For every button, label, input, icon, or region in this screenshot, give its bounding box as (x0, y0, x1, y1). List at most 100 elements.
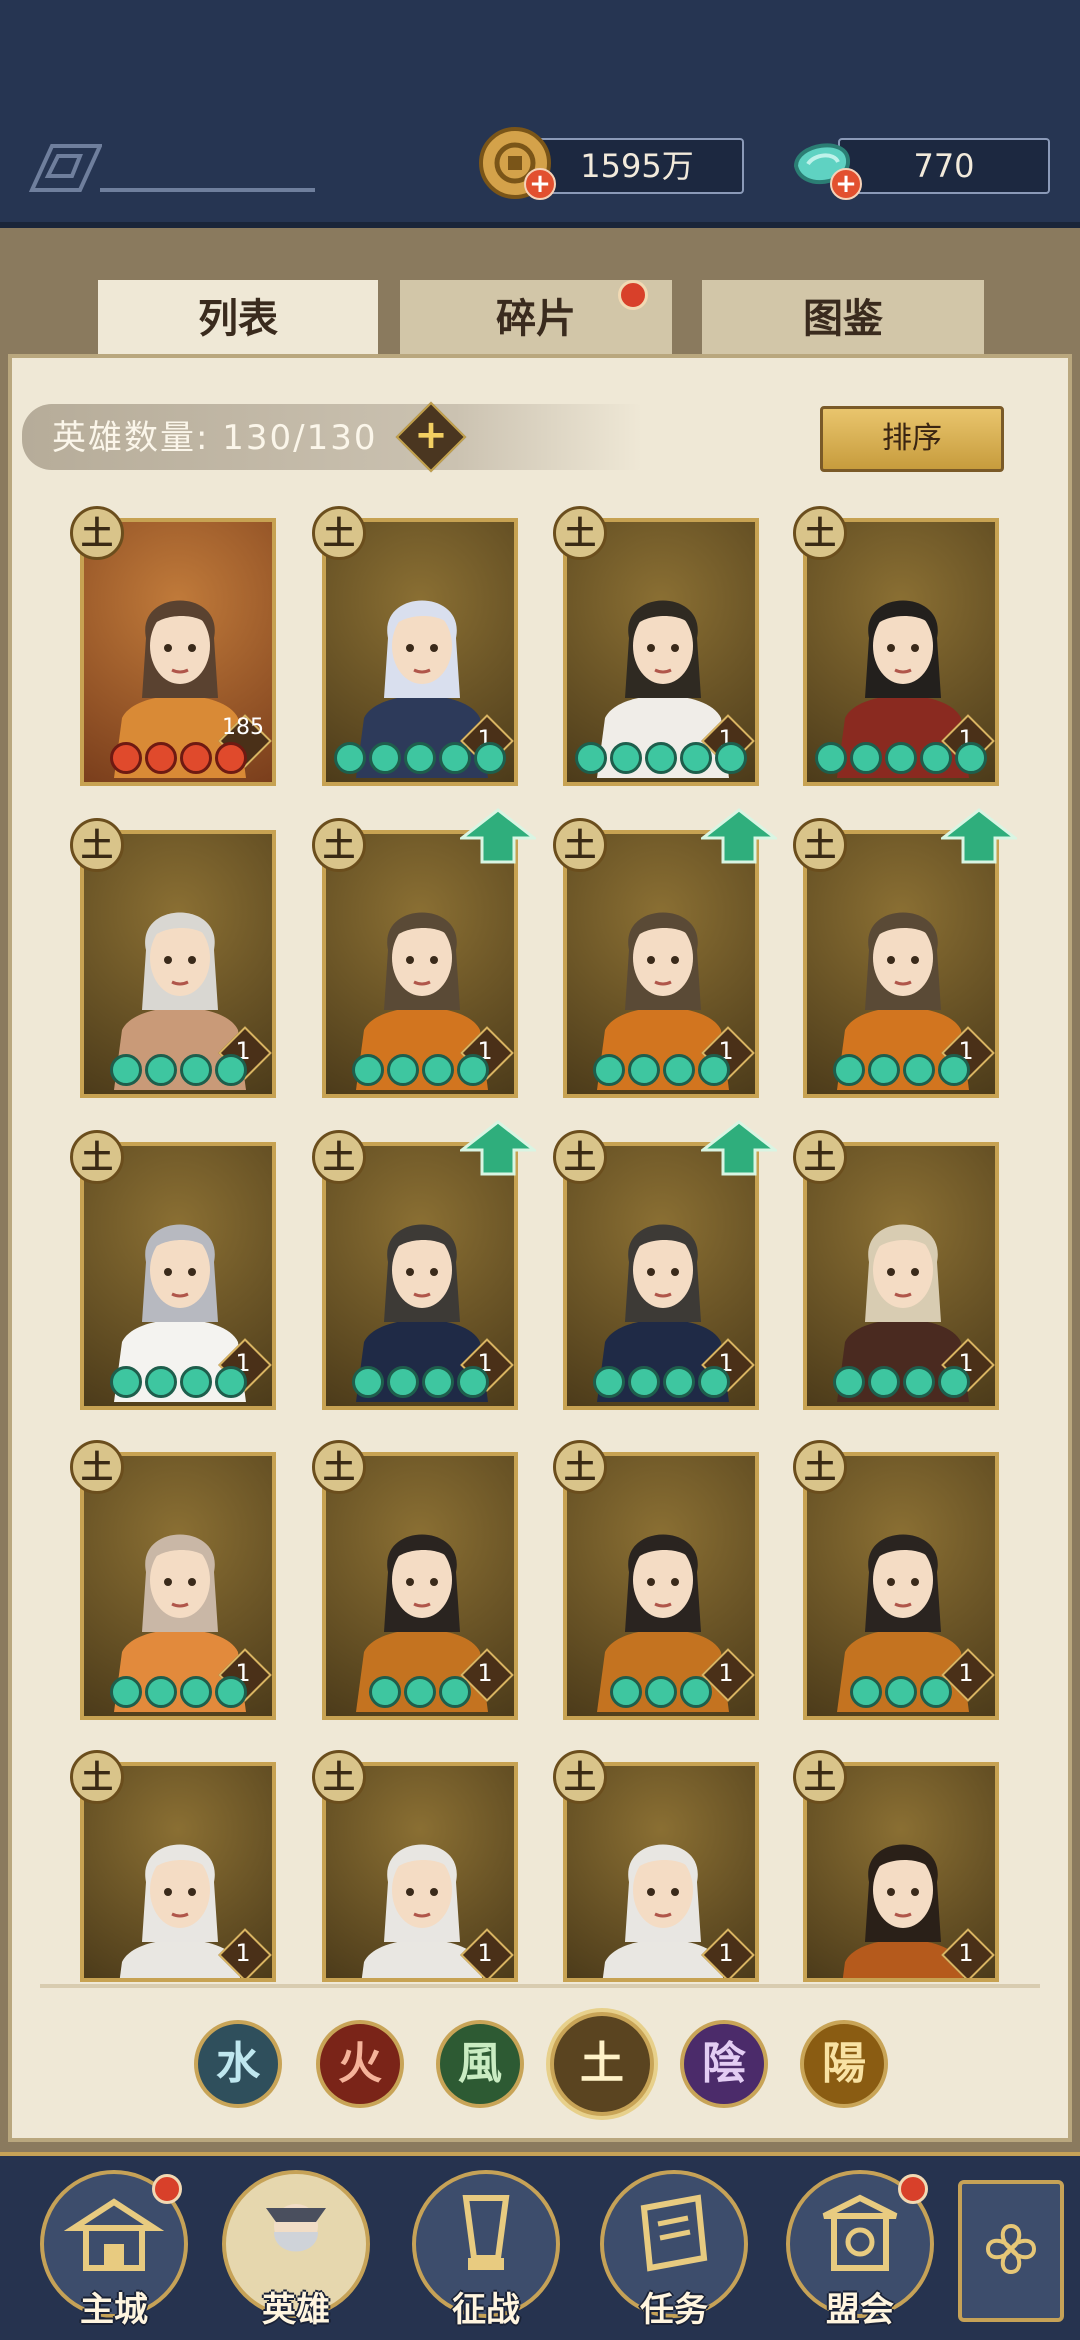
hero-card[interactable]: 1 (563, 518, 759, 786)
star-orb (610, 1676, 642, 1708)
decorative-line (100, 188, 315, 192)
earth-element-icon: 土 (553, 1750, 607, 1804)
star-orbs (807, 1054, 995, 1088)
earth-element-icon: 土 (793, 1750, 847, 1804)
element-filter-button[interactable]: 陰 (680, 2020, 768, 2108)
hero-card[interactable]: 1 (803, 518, 999, 786)
star-orbs (567, 1054, 755, 1088)
star-orb (680, 1676, 712, 1708)
star-orb (456, 1366, 489, 1398)
tab-list[interactable]: 列表 (98, 280, 378, 354)
star-orb (179, 742, 212, 774)
element-filter-button[interactable]: 陽 (800, 2020, 888, 2108)
star-orb (937, 1054, 970, 1086)
star-orb (867, 1366, 900, 1398)
hero-icon (266, 2204, 326, 2252)
star-orb (885, 1676, 917, 1708)
hero-card[interactable]: 1 (803, 1142, 999, 1410)
earth-element-icon: 土 (312, 506, 366, 560)
hero-card[interactable]: 1 (803, 830, 999, 1098)
earth-element-icon: 土 (793, 506, 847, 560)
hero-card[interactable]: 1 (80, 1142, 276, 1410)
hero-card[interactable]: 1 (80, 1452, 276, 1720)
earth-element-icon: 土 (553, 1130, 607, 1184)
star-orb (179, 1054, 212, 1086)
star-orb (832, 1366, 865, 1398)
sort-button[interactable]: 排序 (820, 406, 1004, 472)
star-orb (421, 1054, 454, 1086)
earth-element-icon: 土 (70, 1440, 124, 1494)
element-filter-button[interactable]: 土 (550, 2012, 654, 2116)
star-orbs (326, 1366, 514, 1400)
jade-counter: 770 (838, 138, 1050, 194)
star-orbs (84, 742, 272, 776)
nav-label: 征战 (452, 2290, 520, 2330)
star-orb (421, 1366, 454, 1398)
hero-card[interactable]: 1 (322, 1452, 518, 1720)
hero-level: 1 (958, 1939, 974, 1967)
star-orb (575, 742, 607, 774)
star-orbs (84, 1366, 272, 1400)
star-orb (109, 1676, 142, 1708)
more-menu-button[interactable] (958, 2180, 1064, 2322)
star-orb (386, 1054, 419, 1086)
star-orb (955, 742, 987, 774)
tab-codex[interactable]: 图鉴 (702, 280, 984, 354)
hero-card[interactable]: 1 (563, 1142, 759, 1410)
earth-element-icon: 土 (793, 818, 847, 872)
element-filter-button[interactable]: 火 (316, 2020, 404, 2108)
star-orb (404, 1676, 436, 1708)
coin-amount: 1595万 (580, 147, 694, 185)
upgrade-arrow-icon (701, 808, 777, 864)
hero-level: 1 (718, 1939, 734, 1967)
nav-label: 主城 (80, 2290, 148, 2330)
hero-card[interactable]: 1 (563, 830, 759, 1098)
notification-dot (898, 2174, 928, 2204)
star-orb (902, 1054, 935, 1086)
element-filter-button[interactable]: 風 (436, 2020, 524, 2108)
star-orb (937, 1366, 970, 1398)
earth-element-icon: 土 (312, 1750, 366, 1804)
earth-element-icon: 土 (312, 1440, 366, 1494)
star-orb (109, 742, 142, 774)
hero-card[interactable]: 185 (80, 518, 276, 786)
star-orb (627, 1366, 660, 1398)
upgrade-arrow-icon (460, 1120, 536, 1176)
earth-element-icon: 土 (312, 818, 366, 872)
tab-list-label: 列表 (198, 296, 278, 342)
star-orb (179, 1676, 212, 1708)
star-orb (662, 1054, 695, 1086)
fragments-notification-dot (618, 280, 648, 310)
hero-card[interactable]: 1 (322, 518, 518, 786)
star-orb (715, 742, 747, 774)
hero-card[interactable]: 1 (563, 1452, 759, 1720)
hero-card[interactable]: 1 (803, 1452, 999, 1720)
hero-level: 1 (477, 1939, 493, 1967)
hero-card[interactable]: 1 (80, 830, 276, 1098)
star-orb (439, 1676, 471, 1708)
add-coins-button[interactable]: + (524, 168, 556, 200)
star-orb (214, 1676, 247, 1708)
star-orb (920, 742, 952, 774)
expand-capacity-button[interactable]: + (406, 410, 456, 460)
star-orb (369, 1676, 401, 1708)
star-orb (645, 1676, 677, 1708)
star-orb (351, 1366, 384, 1398)
element-filter-button[interactable]: 水 (194, 2020, 282, 2108)
star-orb (214, 1366, 247, 1398)
hero-level: 1 (235, 1939, 251, 1967)
top-bar: 1595万 + 770 + (0, 0, 1080, 228)
hero-card[interactable]: 1 (322, 830, 518, 1098)
star-orb (144, 1676, 177, 1708)
add-jade-button[interactable]: + (830, 168, 862, 200)
star-orb (109, 1054, 142, 1086)
star-orbs (807, 742, 995, 776)
star-orb (144, 742, 177, 774)
star-orbs (84, 1054, 272, 1088)
hero-card[interactable]: 1 (322, 1142, 518, 1410)
star-orb (179, 1366, 212, 1398)
quest-icon (640, 2194, 708, 2272)
jade-amount: 770 (913, 147, 975, 185)
earth-element-icon: 土 (70, 1750, 124, 1804)
star-orbs (326, 1054, 514, 1088)
